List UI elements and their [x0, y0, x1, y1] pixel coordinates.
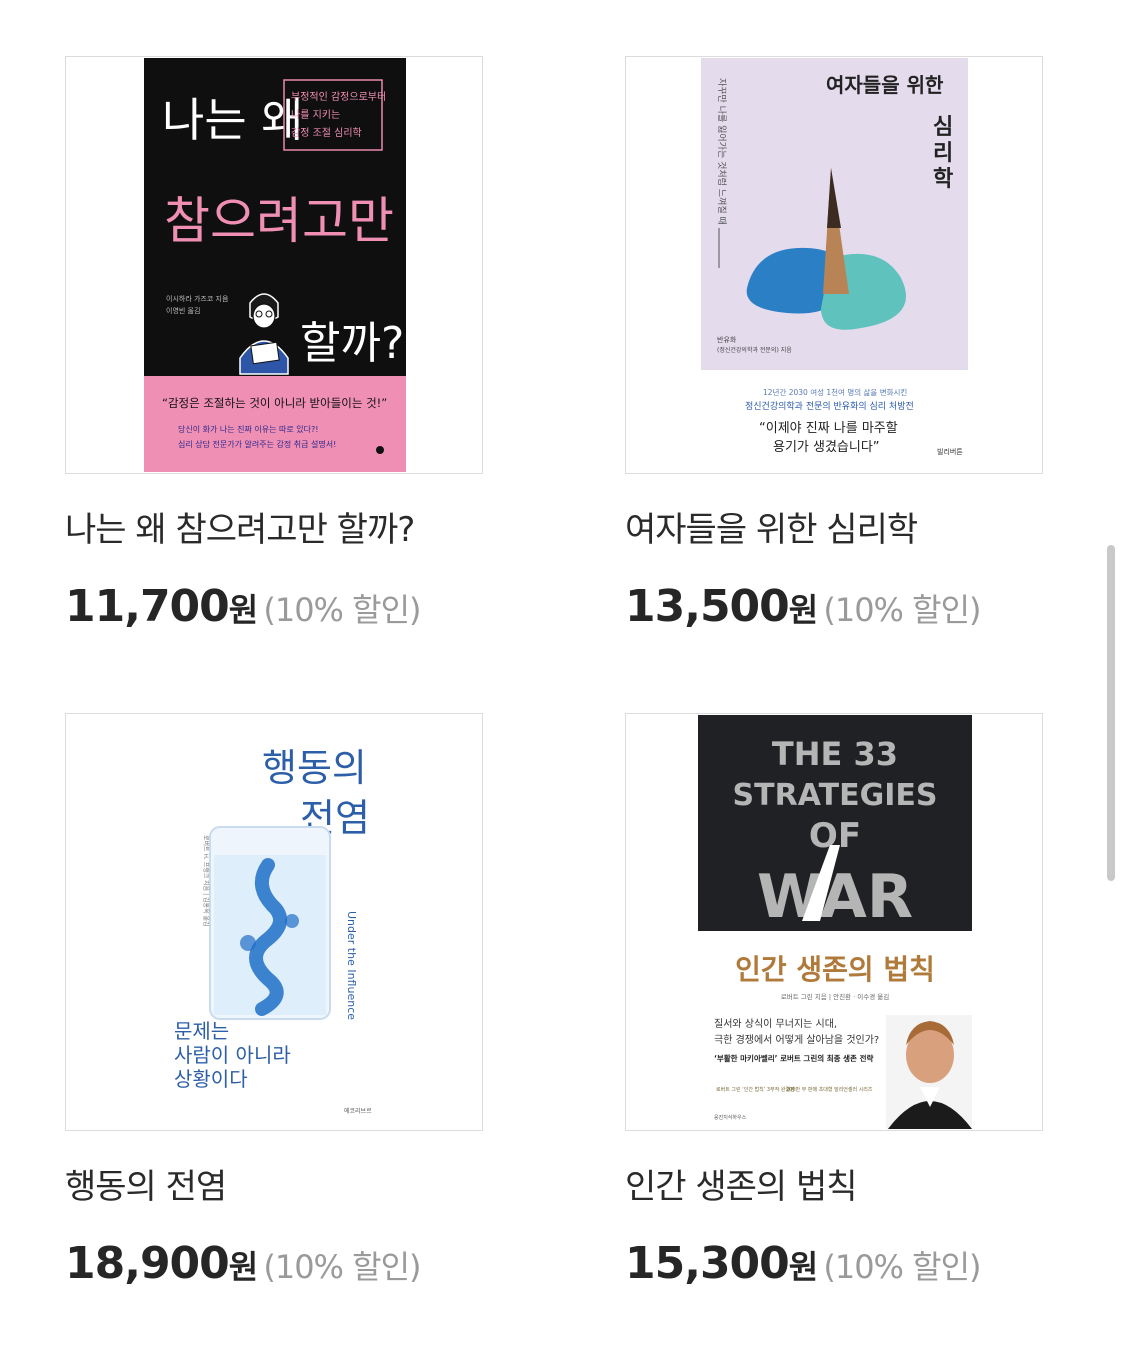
cover-line: 극한 경쟁에서 어떻게 살아남을 것인가? [714, 1033, 879, 1046]
cover-box-line: 나를 지키는 [291, 109, 340, 121]
discount-rate: (10% 할인) [263, 1248, 421, 1286]
currency-unit: 원 [788, 1248, 819, 1286]
product-title[interactable]: 행동의 전염 [65, 1165, 485, 1209]
cover-title-top: 여자들을 위한 [826, 73, 944, 97]
cover-subline: 당신이 화가 나는 진짜 이유는 따로 있다?! [178, 424, 318, 434]
product-grid: 나는 왜 부정적인 감정으로부터 나를 지키는 감정 조절 심리학 참으려고만 … [0, 0, 1125, 1356]
cover-vertical-text: 로버트 H. 프랭크 지음 | 김홍옥 옮김 [202, 835, 210, 927]
cover-line: ‘부활한 마키아벨리’ 로버트 그린의 최종 생존 전략 [714, 1053, 873, 1063]
book-cover-image[interactable]: THE 33 STRATEGIES OF WAR 인간 생존의 법칙 로버트 그… [698, 715, 972, 1129]
price-row: 18,900원 (10% 할인) [65, 1239, 485, 1289]
cover-credits: 로버트 그린 지음 | 안진환 · 이수경 옮김 [781, 992, 889, 1001]
cover-box-line: 부정적인 감정으로부터 [291, 91, 386, 103]
cover-art: 여자들을 위한 심 리 학 자꾸만 나를 잃어가는 것처럼 느껴질 때 반유화 … [701, 58, 968, 472]
price-row: 15,300원 (10% 할인) [625, 1239, 1045, 1289]
author-photo [886, 1015, 972, 1129]
cover-english-title: Under the Influence [345, 911, 358, 1020]
cover-badge: 200만 부 판매 초대형 밀리언셀러 시리즈 [786, 1086, 873, 1093]
discount-rate: (10% 할인) [263, 591, 421, 629]
cover-tagline: 상황이다 [174, 1067, 248, 1091]
cover-en-title: STRATEGIES [733, 778, 938, 813]
product-title[interactable]: 여자들을 위한 심리학 [625, 508, 1045, 552]
cover-ko-title: 인간 생존의 법칙 [735, 953, 935, 986]
cover-en-title: THE 33 [772, 735, 898, 773]
cover-quote: “감정은 조절하는 것이 아니라 받아들이는 것!” [162, 396, 387, 410]
sale-price: 13,500 [625, 581, 790, 632]
currency-unit: 원 [788, 591, 819, 629]
cover-title-char: 심 [933, 115, 953, 140]
book-cover-frame[interactable]: 여자들을 위한 심 리 학 자꾸만 나를 잃어가는 것처럼 느껴질 때 반유화 … [625, 56, 1043, 474]
currency-unit: 원 [228, 591, 259, 629]
cover-headline-end: 할까? [300, 318, 404, 369]
cover-tagline: 문제는 [174, 1019, 229, 1043]
cover-author: 반유화 [717, 335, 737, 344]
cover-blurb: 정신건강의학과 전문의 반유화의 심리 처방전 [745, 400, 914, 412]
price-row: 11,700원 (10% 할인) [65, 582, 485, 632]
sale-price: 11,700 [65, 581, 230, 632]
sale-price: 18,900 [65, 1238, 230, 1289]
discount-rate: (10% 할인) [823, 1248, 981, 1286]
sale-price: 15,300 [625, 1238, 790, 1289]
cover-publisher: 빌리버튼 [937, 447, 963, 456]
cover-art: 행동의 전염 로버트 H. 프랭크 지음 | 김홍옥 옮김 Under the … [170, 715, 382, 1129]
currency-unit: 원 [228, 1248, 259, 1286]
cover-badge: 로버트 그린 ‘인간 법칙’ 3부작 완결판 [716, 1086, 795, 1093]
cover-tagline: 사람이 아니라 [174, 1043, 291, 1067]
cover-author: 이시하라 가즈코 지음 [166, 294, 229, 303]
cover-publisher: 웅진지식하우스 [714, 1114, 747, 1121]
price-row: 13,500원 (10% 할인) [625, 582, 1045, 632]
book-cover-frame[interactable]: THE 33 STRATEGIES OF WAR 인간 생존의 법칙 로버트 그… [625, 713, 1043, 1131]
cover-en-title: WAR [757, 862, 913, 932]
product-card[interactable]: 나는 왜 부정적인 감정으로부터 나를 지키는 감정 조절 심리학 참으려고만 … [65, 56, 485, 632]
cover-title-char: 학 [933, 167, 953, 192]
vertical-scrollbar[interactable] [1107, 545, 1115, 881]
water-glass-illustration [209, 826, 331, 1020]
cover-quote: 용기가 생겼습니다” [773, 440, 880, 455]
discount-rate: (10% 할인) [823, 591, 981, 629]
cover-headline-main: 참으려고만 [164, 192, 394, 250]
cover-box-line: 감정 조절 심리학 [291, 126, 362, 139]
product-card[interactable]: THE 33 STRATEGIES OF WAR 인간 생존의 법칙 로버트 그… [625, 713, 1045, 1289]
cover-vertical-text: 자꾸만 나를 잃어가는 것처럼 느껴질 때 [716, 78, 728, 225]
cover-translator: 이영빈 옮김 [166, 306, 200, 315]
cover-art: 나는 왜 부정적인 감정으로부터 나를 지키는 감정 조절 심리학 참으려고만 … [144, 58, 406, 472]
book-cover-image[interactable]: 여자들을 위한 심 리 학 자꾸만 나를 잃어가는 것처럼 느껴질 때 반유화 … [701, 58, 968, 472]
product-card[interactable]: 여자들을 위한 심 리 학 자꾸만 나를 잃어가는 것처럼 느껴질 때 반유화 … [625, 56, 1045, 632]
book-cover-image[interactable]: 나는 왜 부정적인 감정으로부터 나를 지키는 감정 조절 심리학 참으려고만 … [144, 58, 406, 472]
cover-art: THE 33 STRATEGIES OF WAR 인간 생존의 법칙 로버트 그… [698, 715, 972, 1129]
cover-author-sub: (정신건강의학과 전문의) 지음 [717, 346, 792, 354]
cover-title-line: 행동의 [262, 746, 367, 790]
cover-subline: 심리 상담 전문가가 알려주는 감정 취급 설명서! [178, 439, 336, 449]
book-cover-frame[interactable]: 행동의 전염 로버트 H. 프랭크 지음 | 김홍옥 옮김 Under the … [65, 713, 483, 1131]
cover-publisher: 에코리브르 [344, 1107, 372, 1115]
product-title[interactable]: 나는 왜 참으려고만 할까? [65, 508, 485, 552]
product-title[interactable]: 인간 생존의 법칙 [625, 1165, 1045, 1209]
cover-line: 질서와 상식이 무너지는 시대, [714, 1018, 837, 1030]
product-card[interactable]: 행동의 전염 로버트 H. 프랭크 지음 | 김홍옥 옮김 Under the … [65, 713, 485, 1289]
book-cover-image[interactable]: 행동의 전염 로버트 H. 프랭크 지음 | 김홍옥 옮김 Under the … [170, 715, 382, 1129]
cover-title-char: 리 [933, 141, 953, 166]
book-cover-frame[interactable]: 나는 왜 부정적인 감정으로부터 나를 지키는 감정 조절 심리학 참으려고만 … [65, 56, 483, 474]
cover-quote: “이제야 진짜 나를 마주할 [759, 421, 898, 436]
cover-headline-top: 나는 왜 [162, 93, 304, 147]
cover-blurb: 12년간 2030 여성 1천여 명의 삶을 변화시킨 [763, 387, 907, 397]
